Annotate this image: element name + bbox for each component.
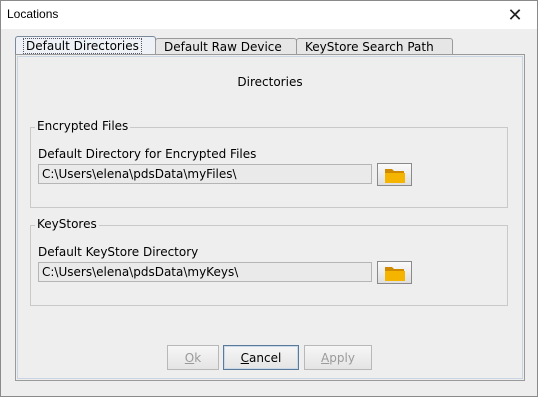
tab-default-raw-device[interactable]: Default Raw Device [155,38,297,55]
encrypted-files-group: Encrypted Files Default Directory for En… [30,119,508,208]
window-title: Locations [7,7,59,21]
encrypted-files-path-field[interactable]: C:\Users\elena\pdsData\myFiles\ [38,164,372,184]
close-button[interactable]: ✕ [493,1,537,29]
apply-button[interactable]: Apply [304,345,372,370]
browse-encrypted-files-button[interactable] [377,163,412,186]
button-label: k [194,350,202,365]
keystore-directory-label: Default KeyStore Directory [38,245,199,259]
locations-dialog: Locations ✕ Default Directories Default … [0,0,538,397]
group-title: KeyStores [35,217,99,231]
title-bar: Locations ✕ [1,1,537,29]
button-label: ancel [249,350,282,365]
tab-label: Default Raw Device [164,40,282,54]
folder-icon [384,266,405,281]
tab-keystore-search-path[interactable]: KeyStore Search Path [296,38,453,55]
cancel-button[interactable]: Cancel [223,345,299,370]
keystores-group: KeyStores Default KeyStore Directory C:\… [30,217,508,306]
mnemonic-letter: O [184,350,195,365]
keystore-directory-path-field[interactable]: C:\Users\elena\pdsData\myKeys\ [38,262,372,282]
dialog-content: Default Directories Default Raw Device K… [1,29,537,396]
folder-icon [384,168,405,183]
mnemonic-letter: A [321,350,330,365]
button-label: pply [329,350,355,365]
group-title: Encrypted Files [35,119,131,133]
tab-default-directories[interactable]: Default Directories [15,36,156,56]
encrypted-files-label: Default Directory for Encrypted Files [38,147,257,161]
tab-label: KeyStore Search Path [305,40,434,54]
mnemonic-letter: C [240,350,250,365]
tab-label: Default Directories [23,38,142,54]
browse-keystore-directory-button[interactable] [377,261,412,284]
tab-panel: Directories Encrypted Files Default Dire… [15,54,525,381]
panel-heading: Directories [237,75,303,89]
ok-button[interactable]: Ok [167,345,219,370]
close-icon: ✕ [507,4,523,26]
